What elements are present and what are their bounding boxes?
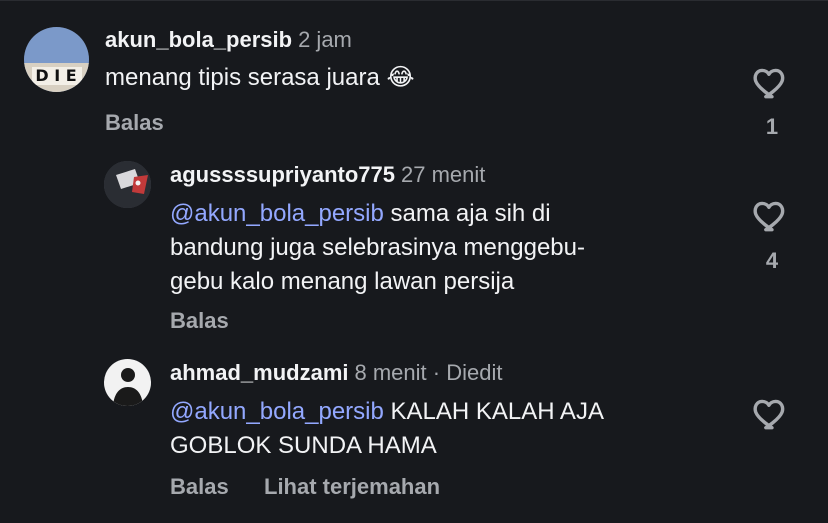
reply-item: ahmad_mudzami 8 menit · Diedit @akun_bola…	[0, 0, 828, 523]
comment-meta: 8 menit · Diedit	[354, 360, 503, 385]
avatar-image	[104, 359, 151, 406]
like-button[interactable]	[753, 396, 791, 430]
heart-outline-icon	[753, 399, 785, 430]
comment-body-line1: KALAH KALAH AJA	[390, 398, 604, 425]
comment-username[interactable]: ahmad_mudzami 8 menit · Diedit	[170, 360, 502, 386]
translate-button[interactable]: Lihat terjemahan	[264, 474, 440, 500]
reply-button[interactable]: Balas	[170, 474, 229, 500]
mention-link[interactable]: @akun_bola_persib	[170, 398, 384, 425]
comment-body-line2: GOBLOK SUNDA HAMA	[170, 432, 437, 459]
avatar[interactable]	[104, 359, 151, 406]
comment-text: @akun_bola_persib KALAH KALAH AJA GOBLOK…	[170, 395, 604, 463]
username-text[interactable]: ahmad_mudzami	[170, 360, 349, 385]
